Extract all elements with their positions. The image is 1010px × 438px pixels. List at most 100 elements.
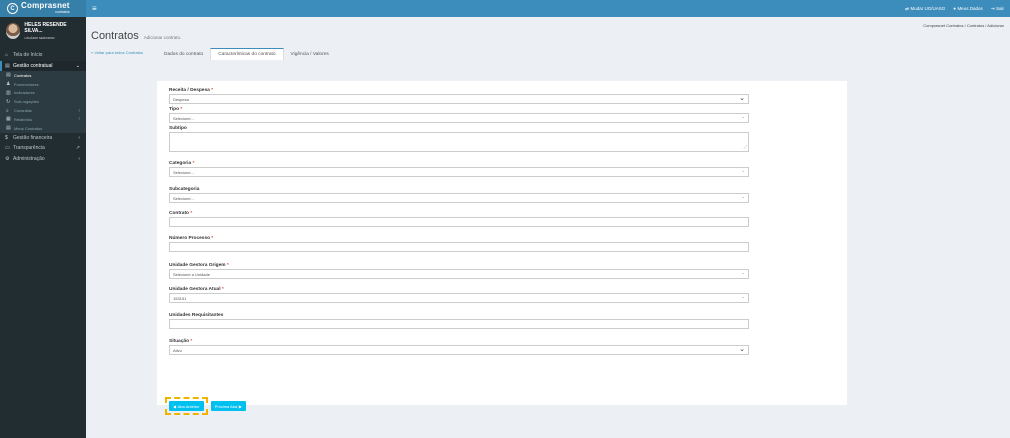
logo-icon: C	[7, 3, 18, 14]
tab-characteristics[interactable]: Características do contrato	[210, 48, 284, 60]
next-tab-button[interactable]: Próxima Aba ▶	[210, 401, 246, 411]
sidebar-item-label: Tela de Início	[13, 52, 43, 59]
chevron-down-icon: ⌄	[741, 270, 745, 275]
categoria-select[interactable]: Selecione... ⌄	[169, 167, 749, 177]
previous-tab-button[interactable]: ◀ Aba Anterior	[169, 401, 204, 411]
file-icon: ▤	[6, 125, 11, 132]
logout-icon: ⇥	[990, 5, 995, 11]
dollar-icon: $	[5, 134, 8, 141]
processo-input[interactable]	[169, 242, 749, 252]
receita-label: Receita / Despesa *	[169, 88, 214, 93]
tab-validity[interactable]: Vigência / Valores	[284, 49, 336, 60]
chevron-down-icon: ⌄	[741, 294, 745, 299]
sidebar-item-label: Transparência	[13, 145, 45, 152]
processo-label: Número Processo *	[169, 236, 214, 241]
top-navbar: C Comprasnet contratos ≡ ⇄ Mudar UG/UASG…	[0, 0, 1010, 17]
page-title-text: Contratos	[91, 30, 139, 42]
sidebar-item-queries[interactable]: ⌕ Consultas ‹	[0, 106, 86, 115]
ug-atual-label: Unidade Gestora Atual *	[169, 287, 224, 292]
file-icon: ▤	[6, 72, 11, 79]
sidebar-item-contract-mgmt[interactable]: ▤ Gestão contratual ⌄	[0, 60, 86, 71]
subcategoria-select[interactable]: Selecione... ⌄	[169, 193, 749, 203]
sidebar-item-indicators[interactable]: ▥ Indicadores	[0, 88, 86, 98]
chevron-down-icon: ⌄	[741, 168, 745, 173]
sidebar: HELES RESENDE SILVA... USUÁRIO SERVIDOR …	[0, 17, 86, 438]
sidebar-nav: ⌂ Tela de Início ▤ Gestão contratual ⌄ ▤…	[0, 50, 86, 164]
sidebar-item-my-contracts[interactable]: ▤ Meus Contratos	[0, 123, 86, 133]
subtipo-label: Subtipo	[169, 126, 187, 131]
change-ug-label: Mudar UG/UASG	[910, 6, 946, 11]
chevron-down-icon: ⌄	[741, 114, 745, 119]
chevron-left-icon: ‹	[78, 134, 80, 141]
sidebar-item-label: Gestão contratual	[13, 62, 53, 69]
external-link-icon: ↗	[75, 145, 80, 152]
gear-icon: ⚙	[5, 155, 10, 162]
sidebar-item-administration[interactable]: ⚙ Administração ‹	[0, 154, 86, 165]
situacao-label: Situação *	[169, 339, 193, 344]
sidebar-item-label: Administração	[13, 155, 45, 162]
sidebar-item-subrogations[interactable]: ↻ Sub-rogações	[0, 97, 86, 107]
chevron-down-icon: ⌄	[739, 346, 745, 353]
chevron-left-icon: ‹	[78, 155, 80, 162]
receita-select[interactable]: Despesa ⌄	[169, 94, 749, 104]
page-title: Contratos Adicionar contrato.	[91, 30, 181, 42]
logo-subtitle: contratos	[55, 10, 70, 15]
contrato-label: Contrato *	[169, 211, 193, 216]
sidebar-item-home[interactable]: ⌂ Tela de Início	[0, 50, 86, 61]
logo-title: Comprasnet	[21, 1, 70, 11]
chevron-down-icon: ⌄	[741, 194, 745, 199]
ug-atual-select[interactable]: 153151 ⌄	[169, 293, 749, 303]
back-to-contracts-link[interactable]: « Voltar para todos Contratos	[91, 50, 143, 55]
my-data-link[interactable]: ● Meus Dados	[953, 6, 982, 11]
breadcrumb[interactable]: Comprasnet Contratos / Contratos / Adici…	[923, 23, 1004, 28]
tipo-select[interactable]: Selecione... ⌄	[169, 113, 749, 123]
sidebar-item-transparency[interactable]: ▭ Transparência ↗	[0, 143, 86, 154]
chevron-down-icon: ⌄	[75, 62, 80, 69]
sidebar-item-label: Meus Contratos	[14, 125, 43, 131]
sidebar-item-contracts[interactable]: ▤ Contratos	[0, 71, 86, 80]
file-icon: ▤	[5, 62, 10, 69]
user-panel: HELES RESENDE SILVA... USUÁRIO SERVIDOR	[0, 17, 86, 45]
previous-tab-label: Aba Anterior	[177, 403, 200, 409]
swap-icon: ⇄	[905, 5, 909, 11]
sidebar-item-financial-mgmt[interactable]: $ Gestão financeira ‹	[0, 133, 86, 144]
arrow-right-circle-icon: ▶	[238, 403, 242, 409]
contrato-input[interactable]	[169, 217, 749, 227]
sidebar-item-label: Relatórios	[14, 116, 33, 122]
sidebar-item-label: Fornecedores	[14, 81, 39, 87]
change-ug-link[interactable]: ⇄ Mudar UG/UASG	[905, 6, 945, 12]
subtipo-textarea[interactable]: ⟋	[169, 132, 749, 152]
chevron-down-icon: ⌄	[739, 95, 745, 102]
form-panel: Receita / Despesa * Despesa ⌄ Tipo * Sele…	[157, 81, 847, 405]
user-name: HELES RESENDE SILVA...	[24, 22, 67, 34]
user-role: USUÁRIO SERVIDOR	[24, 36, 55, 40]
tipo-label: Tipo *	[169, 107, 183, 112]
situacao-select[interactable]: Ativo ⌄	[169, 345, 749, 355]
sidebar-item-reports[interactable]: ▦ Relatórios ‹	[0, 114, 86, 124]
tab-contract-data[interactable]: Dados do contrato	[157, 49, 210, 60]
ug-origem-select[interactable]: Selecione a Unidade ⌄	[169, 269, 749, 279]
hamburger-menu-icon[interactable]: ≡	[92, 4, 97, 13]
avatar	[6, 23, 21, 39]
my-data-label: Meus Dados	[957, 6, 983, 11]
logout-label: Sair	[995, 6, 1004, 11]
resize-grip-icon[interactable]: ⟋	[743, 145, 747, 151]
sidebar-item-label: Sub-rogações	[14, 99, 39, 105]
user-circle-icon: ●	[953, 6, 956, 11]
app-logo[interactable]: C Comprasnet contratos	[0, 0, 86, 17]
arrow-left-circle-icon: ◀	[173, 403, 177, 409]
refresh-icon: ↻	[6, 98, 11, 105]
ug-origem-label: Unidade Gestora Origem *	[169, 263, 229, 268]
logout-link[interactable]: ⇥ Sair	[991, 6, 1004, 12]
chevron-left-icon: ‹	[78, 116, 80, 123]
report-icon: ▦	[6, 116, 11, 123]
sidebar-item-suppliers[interactable]: ♟ Fornecedores	[0, 79, 86, 89]
sidebar-item-label: Consultas	[14, 108, 32, 114]
screen-icon: ▭	[5, 145, 10, 152]
sidebar-item-label: Gestão financeira	[13, 134, 53, 141]
sidebar-item-label: Contratos	[14, 72, 32, 78]
search-icon: ⌕	[6, 107, 9, 114]
requisitantes-label: Unidades Requisitantes	[169, 313, 224, 318]
requisitantes-input[interactable]	[169, 319, 749, 329]
chart-icon: ▥	[6, 89, 11, 96]
